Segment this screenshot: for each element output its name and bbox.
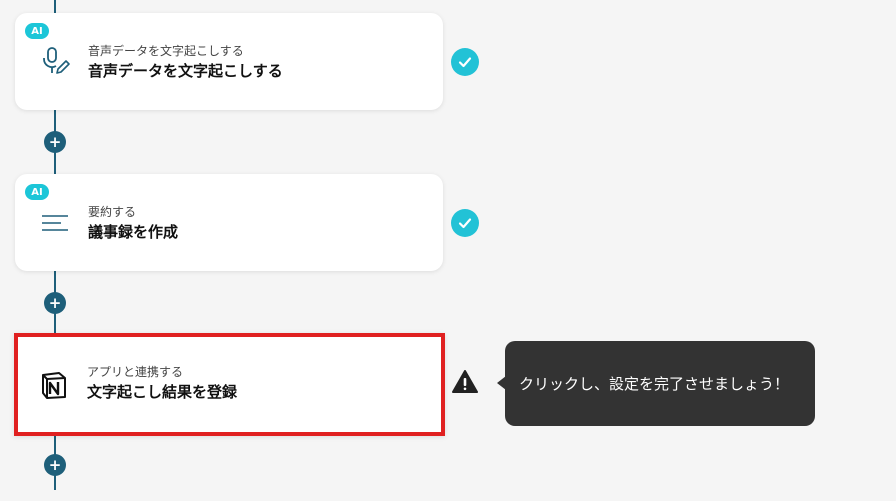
step-title: 議事録を作成 (88, 223, 179, 241)
hint-tooltip: クリックし、設定を完了させましょう！ (505, 341, 815, 426)
flow-step-notion-register[interactable]: アプリと連携する 文字起こし結果を登録 (14, 333, 445, 436)
warning-icon (451, 369, 479, 395)
step-subtitle: アプリと連携する (87, 365, 184, 379)
notion-logo-icon (38, 369, 70, 401)
ai-badge: AI (25, 184, 49, 200)
flow-connector (54, 0, 56, 13)
check-icon (451, 48, 479, 76)
step-subtitle: 音声データを文字起こしする (88, 44, 244, 58)
step-title: 文字起こし結果を登録 (87, 383, 238, 401)
add-step-button[interactable]: + (44, 454, 66, 476)
step-title: 音声データを文字起こしする (88, 62, 283, 80)
microphone-pen-icon (39, 45, 71, 77)
add-step-button[interactable]: + (44, 292, 66, 314)
step-subtitle: 要約する (88, 205, 137, 219)
check-icon (451, 209, 479, 237)
add-step-button[interactable]: + (44, 131, 66, 153)
flow-step-summarize[interactable]: AI 要約する 議事録を作成 (15, 174, 443, 271)
flow-step-transcribe[interactable]: AI 音声データを文字起こしする 音声データを文字起こしする (15, 13, 443, 110)
ai-badge: AI (25, 23, 49, 39)
summary-lines-icon (39, 207, 71, 239)
